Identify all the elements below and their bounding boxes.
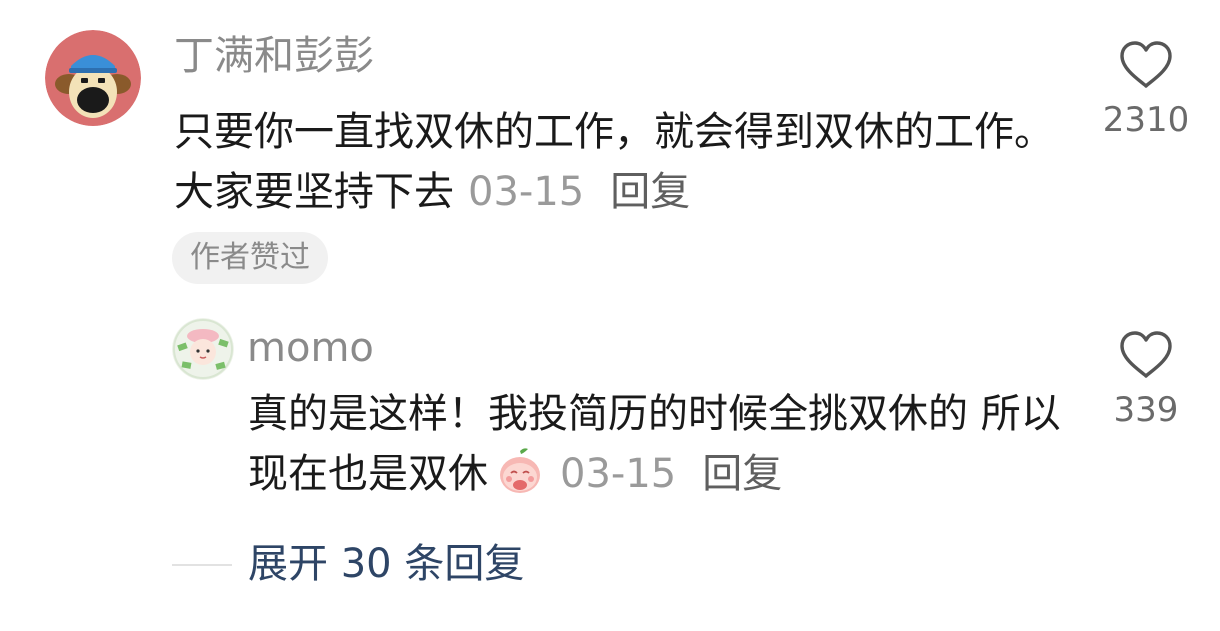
comment-body: 只要你一直找双休的工作，就会得到双休的工作。大家要坚持下去 03-15 回复: [174, 102, 1064, 222]
comment-reply-button[interactable]: 回复: [610, 169, 690, 215]
author-liked-badge: 作者赞过: [172, 232, 328, 284]
avatar[interactable]: [45, 30, 141, 126]
girl-sticker-avatar-icon: [172, 318, 234, 380]
like-count: 339: [1113, 390, 1179, 430]
reply-reply-button[interactable]: 回复: [702, 451, 782, 497]
reply-date: 03-15: [560, 451, 677, 497]
peach-emoji-icon: [494, 445, 546, 497]
comment-like[interactable]: 2310: [1086, 40, 1206, 140]
like-count: 2310: [1102, 100, 1190, 140]
reply-like[interactable]: 339: [1086, 330, 1206, 430]
comment-date: 03-15: [468, 169, 585, 215]
heart-icon[interactable]: [1118, 330, 1174, 380]
expand-replies-button[interactable]: 展开 30 条回复: [248, 536, 524, 592]
reply-username[interactable]: momo: [247, 320, 374, 376]
reply-body: 真的是这样！我投简历的时候全挑双休的 所以现在也是双休 03-15 回复: [248, 384, 1068, 504]
cartoon-dog-avatar-icon: [45, 30, 141, 126]
divider: [172, 564, 232, 566]
reply-avatar[interactable]: [172, 318, 234, 380]
heart-icon[interactable]: [1118, 40, 1174, 90]
comment-username[interactable]: 丁满和彭彭: [174, 28, 374, 84]
